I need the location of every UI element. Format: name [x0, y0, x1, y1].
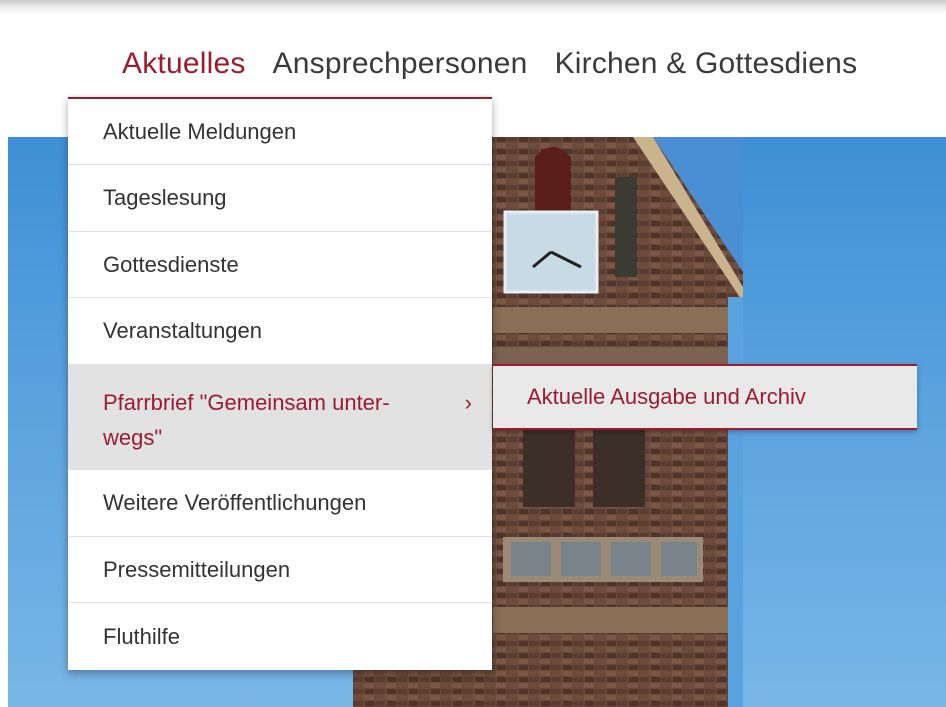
menu-item-veranstaltungen[interactable]: Veranstaltungen: [68, 298, 492, 365]
menu-item-aktuelle-meldungen[interactable]: Aktuelle Meldungen: [68, 99, 492, 165]
menu-item-pfarrbrief[interactable]: Pfarrbrief "Gemeinsam unter-wegs" ›: [68, 365, 492, 470]
menu-item-weitere-veroeffentlichungen[interactable]: Weitere Veröffentlichungen: [68, 470, 492, 537]
menu-item-label: Pressemitteilungen: [103, 556, 291, 582]
menu-item-fluthilfe[interactable]: Fluthilfe: [68, 603, 492, 670]
nav-item-kirchen-gottesdienste[interactable]: Kirchen & Gottesdiens: [555, 47, 858, 95]
main-navigation: Aktuelles Ansprechpersonen Kirchen & Got…: [122, 47, 884, 95]
browser-top-shadow: [0, 0, 946, 14]
menu-item-label: Pfarrbrief "Gemeinsam unter-wegs": [103, 390, 390, 450]
aktuelles-dropdown-menu: Aktuelle Meldungen Tageslesung Gottesdie…: [68, 97, 492, 670]
page: Aktuelles Ansprechpersonen Kirchen & Got…: [0, 0, 946, 707]
menu-item-label: Gottesdienste: [103, 251, 239, 277]
menu-item-label: Aktuelle Meldungen: [103, 118, 297, 144]
nav-item-aktuelles[interactable]: Aktuelles: [122, 47, 246, 95]
chevron-right-icon: ›: [464, 390, 472, 415]
menu-item-label: Fluthilfe: [103, 623, 181, 649]
menu-item-label: Tageslesung: [103, 185, 227, 210]
menu-item-label: Weitere Veröffentlichungen: [103, 490, 367, 515]
nav-item-ansprechpersonen[interactable]: Ansprechpersonen: [273, 47, 528, 95]
submenu-item-label: Aktuelle Ausgabe und Archiv: [527, 384, 806, 409]
submenu-aktuelle-ausgabe-und-archiv[interactable]: Aktuelle Ausgabe und Archiv: [493, 364, 917, 430]
menu-item-gottesdienste[interactable]: Gottesdienste: [68, 232, 492, 298]
menu-item-pressemitteilungen[interactable]: Pressemitteilungen: [68, 537, 492, 603]
menu-item-tageslesung[interactable]: Tageslesung: [68, 165, 492, 232]
menu-item-label: Veranstaltungen: [103, 318, 263, 343]
